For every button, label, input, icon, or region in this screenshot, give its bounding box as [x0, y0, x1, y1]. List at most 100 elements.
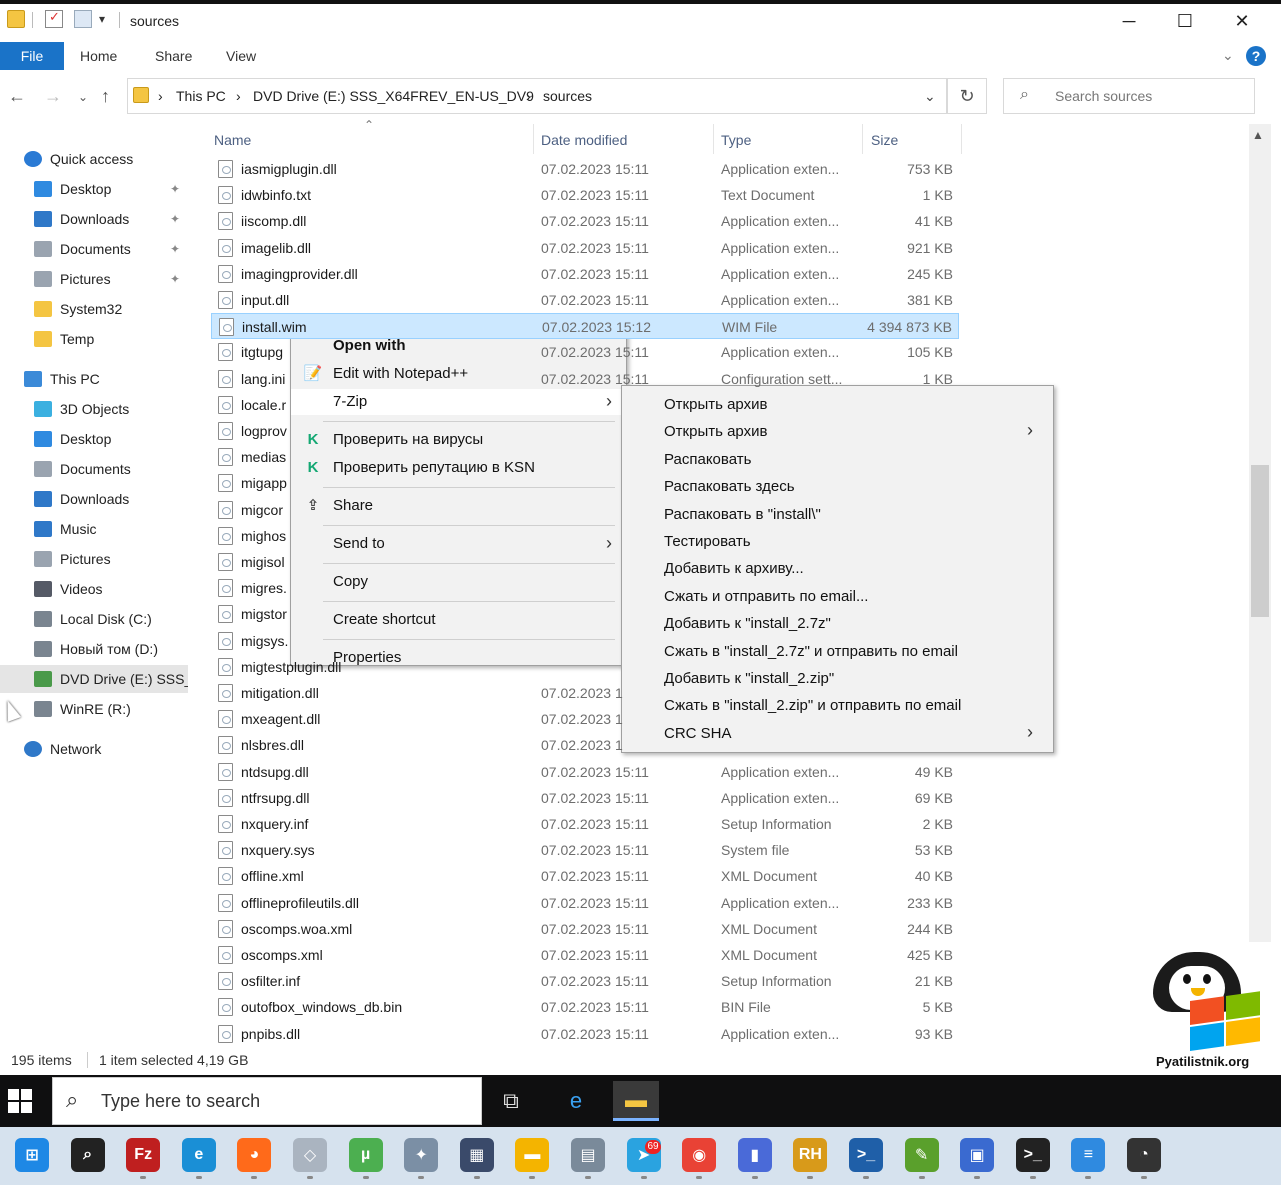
nav-item-videos[interactable]: Videos	[0, 575, 188, 603]
forward-arrow-icon[interactable]: →	[44, 86, 62, 107]
file-row[interactable]: imagelib.dll 07.02.2023 15:11 Application …	[211, 235, 959, 261]
column-name[interactable]: Name	[214, 132, 251, 148]
tab-share[interactable]: Share	[155, 48, 192, 64]
calculator-icon[interactable]: ▤	[571, 1138, 605, 1172]
nav-item-network[interactable]: Network	[0, 735, 188, 763]
file-row[interactable]: nxquery.sys 07.02.2023 15:11 System file 53…	[211, 837, 959, 863]
file-row[interactable]: migisol	[211, 549, 959, 575]
file-row[interactable]: logprov	[211, 418, 959, 444]
file-row[interactable]: migcor	[211, 497, 959, 523]
nav-item-3d-objects[interactable]: 3D Objects	[0, 395, 188, 423]
edge-icon[interactable]: e	[553, 1081, 599, 1121]
file-row[interactable]: idwbinfo.txt 07.02.2023 15:11 Text Documen…	[211, 182, 959, 208]
file-row[interactable]: oscomps.xml 07.02.2023 15:11 XML Document 4…	[211, 942, 959, 968]
nav-item-music[interactable]: Music	[0, 515, 188, 543]
nav-item-desktop[interactable]: Desktop	[0, 425, 188, 453]
pin-icon[interactable]: ✦	[170, 272, 180, 286]
windows-start-icon[interactable]: ⊞	[15, 1138, 49, 1172]
column-divider[interactable]	[713, 124, 714, 154]
back-arrow-icon[interactable]: ←	[8, 86, 26, 107]
filezilla-icon[interactable]: Fz	[126, 1138, 161, 1172]
column-divider[interactable]	[862, 124, 863, 154]
notepad-plus-icon[interactable]: ✎	[904, 1138, 939, 1172]
edge-icon[interactable]: e	[181, 1138, 216, 1172]
refresh-button[interactable]: ↻	[947, 78, 987, 114]
file-row[interactable]: install.wim 07.02.2023 15:12 WIM File 4 394…	[211, 313, 959, 340]
scrollbar-thumb[interactable]	[1251, 465, 1269, 617]
tab-file[interactable]: File	[0, 42, 64, 70]
file-row[interactable]: migsys.	[211, 628, 959, 654]
file-row[interactable]: oscomps.woa.xml 07.02.2023 15:11 XML Docum…	[211, 916, 959, 942]
minimize-button[interactable]: ─	[1100, 4, 1158, 38]
file-row[interactable]: itgtupg 07.02.2023 15:11 Application exten…	[211, 339, 959, 365]
nav-item-desktop[interactable]: Desktop	[0, 175, 188, 203]
video-icon[interactable]: ▦	[459, 1138, 494, 1172]
qa-dropdown-icon[interactable]: ▾	[99, 12, 105, 26]
notepad-icon[interactable]: ≡	[1071, 1138, 1106, 1172]
file-row[interactable]: outofbox_windows_db.bin 07.02.2023 15:11 B…	[211, 994, 959, 1020]
address-dropdown-icon[interactable]: ⌄	[924, 88, 936, 105]
file-row[interactable]: migstor	[211, 601, 959, 627]
gauge-icon[interactable]: ◔	[1127, 1138, 1161, 1172]
file-explorer-icon[interactable]: ▬	[613, 1081, 659, 1121]
breadcrumb-dvd-drive[interactable]: DVD Drive (E:) SSS_X64FREV_EN-US_DV9	[253, 88, 534, 104]
nav-item-новый-том-d[interactable]: Новый том (D:)	[0, 635, 188, 663]
maximize-button[interactable]: ☐	[1156, 4, 1214, 38]
remote-desktop-icon[interactable]: ▣	[960, 1138, 995, 1172]
file-row[interactable]: offline.xml 07.02.2023 15:11 XML Document 4…	[211, 863, 959, 889]
column-divider[interactable]	[533, 124, 534, 154]
recent-dropdown-icon[interactable]: ⌄	[78, 90, 88, 104]
search-icon[interactable]: ⌕	[70, 1138, 105, 1172]
rh-icon[interactable]: RH	[793, 1138, 828, 1172]
file-row[interactable]: iasmigplugin.dll 07.02.2023 15:11 Applicat…	[211, 156, 959, 182]
file-row[interactable]: input.dll 07.02.2023 15:11 Application ext…	[211, 287, 959, 313]
file-row[interactable]: imagingprovider.dll 07.02.2023 15:11 Appli…	[211, 261, 959, 287]
app-icon[interactable]: ◇	[293, 1138, 327, 1172]
tab-view[interactable]: View	[226, 48, 256, 64]
terminal-icon[interactable]: >_	[1015, 1138, 1050, 1172]
nav-item-documents[interactable]: Documents	[0, 455, 188, 483]
properties-icon[interactable]: ✓	[45, 9, 63, 28]
nav-item-pictures[interactable]: Pictures	[0, 545, 188, 573]
nav-item-pictures[interactable]: Pictures	[0, 265, 188, 293]
new-folder-icon[interactable]	[74, 10, 92, 28]
file-row[interactable]: migres.	[211, 575, 959, 601]
pin-icon[interactable]: ✦	[170, 212, 180, 226]
file-row[interactable]: ntfrsupg.dll 07.02.2023 15:11 Application …	[211, 785, 959, 811]
file-row[interactable]: iiscomp.dll 07.02.2023 15:11 Application e…	[211, 208, 959, 234]
nav-item-temp[interactable]: Temp	[0, 325, 188, 353]
firefox-icon[interactable]: ◕	[237, 1138, 272, 1172]
file-row[interactable]: migtestplugin.dll	[211, 654, 959, 680]
chrome-icon[interactable]: ◉	[682, 1138, 717, 1172]
file-row[interactable]: nlsbres.dll 07.02.2023 1	[211, 732, 959, 758]
pin-icon[interactable]: ✦	[170, 242, 180, 256]
help-icon[interactable]: ?	[1246, 46, 1266, 66]
file-row[interactable]: ntdsupg.dll 07.02.2023 15:11 Application e…	[211, 759, 959, 785]
file-row[interactable]: migapp	[211, 470, 959, 496]
ribbon-expand-icon[interactable]: ⌄	[1222, 47, 1234, 64]
file-row[interactable]: offlineprofileutils.dll 07.02.2023 15:11 A…	[211, 890, 959, 916]
pin-icon[interactable]: ✦	[170, 182, 180, 196]
column-type[interactable]: Type	[721, 132, 751, 148]
network-tool-icon[interactable]: ✦	[404, 1138, 439, 1172]
file-row[interactable]: medias	[211, 444, 959, 470]
start-button[interactable]	[8, 1089, 32, 1113]
nav-item-quick-access[interactable]: Quick access	[0, 145, 188, 173]
powershell-icon[interactable]: >_	[849, 1138, 883, 1172]
up-arrow-icon[interactable]: ↑	[101, 86, 110, 107]
nav-item-downloads[interactable]: Downloads	[0, 205, 188, 233]
file-row[interactable]: mitigation.dll 07.02.2023 1	[211, 680, 959, 706]
task-view-icon[interactable]: ⧉	[488, 1081, 534, 1121]
breadcrumb-sources[interactable]: sources	[543, 88, 592, 104]
nav-item-this-pc[interactable]: This PC	[0, 365, 188, 393]
tab-home[interactable]: Home	[80, 48, 117, 64]
nav-item-system32[interactable]: System32	[0, 295, 188, 323]
file-row[interactable]: osfilter.inf 07.02.2023 15:11 Setup Inform…	[211, 968, 959, 994]
column-size[interactable]: Size	[871, 132, 898, 148]
nav-item-downloads[interactable]: Downloads	[0, 485, 188, 513]
nav-item-local-disk-c[interactable]: Local Disk (C:)	[0, 605, 188, 633]
file-row[interactable]: mighos	[211, 523, 959, 549]
file-row[interactable]: pnpibs.dll 07.02.2023 15:11 Application ex…	[211, 1021, 959, 1047]
nav-item-documents[interactable]: Documents	[0, 235, 188, 263]
file-row[interactable]: mxeagent.dll 07.02.2023 1	[211, 706, 959, 732]
